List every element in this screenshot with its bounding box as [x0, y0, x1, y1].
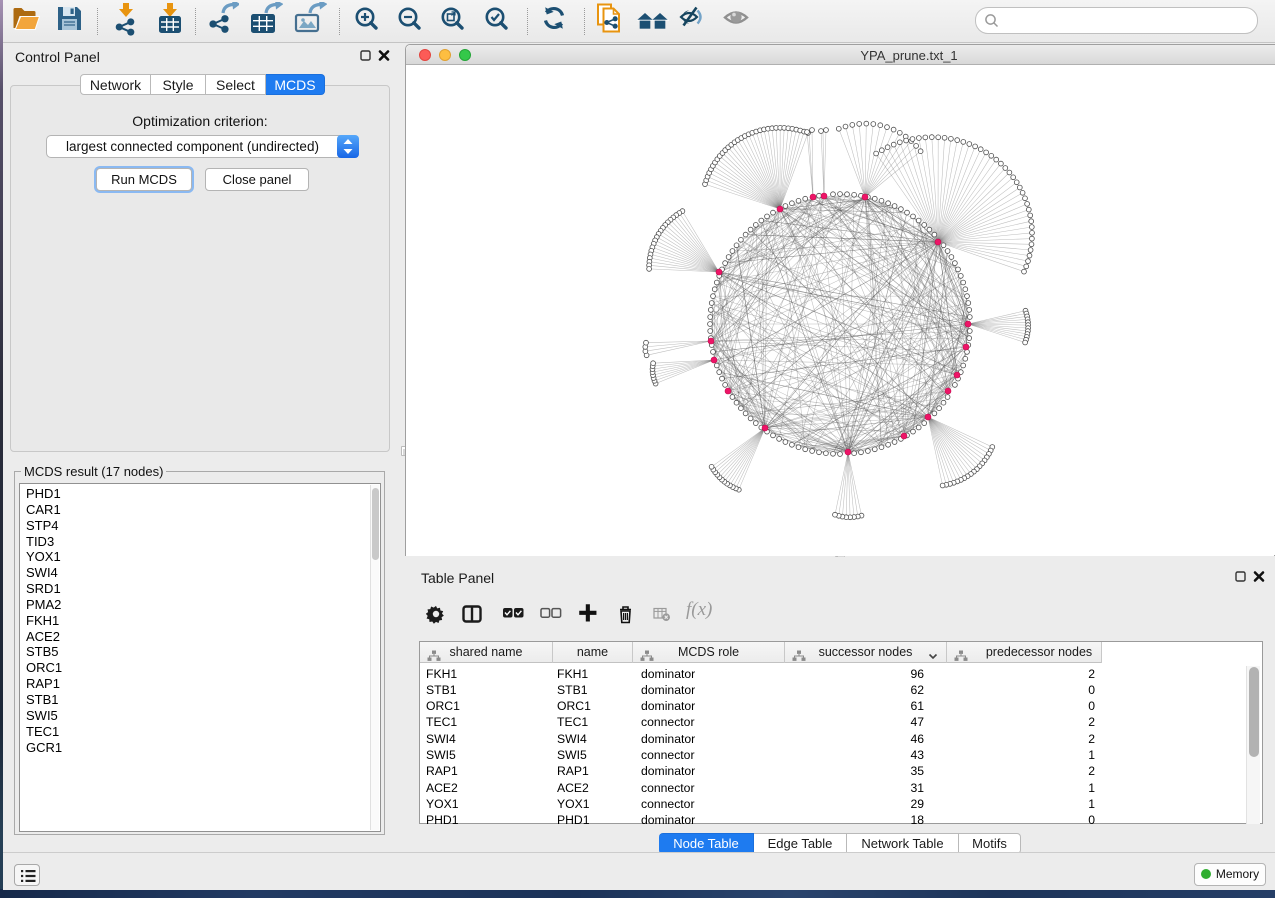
- svg-text:f(x): f(x): [686, 599, 712, 620]
